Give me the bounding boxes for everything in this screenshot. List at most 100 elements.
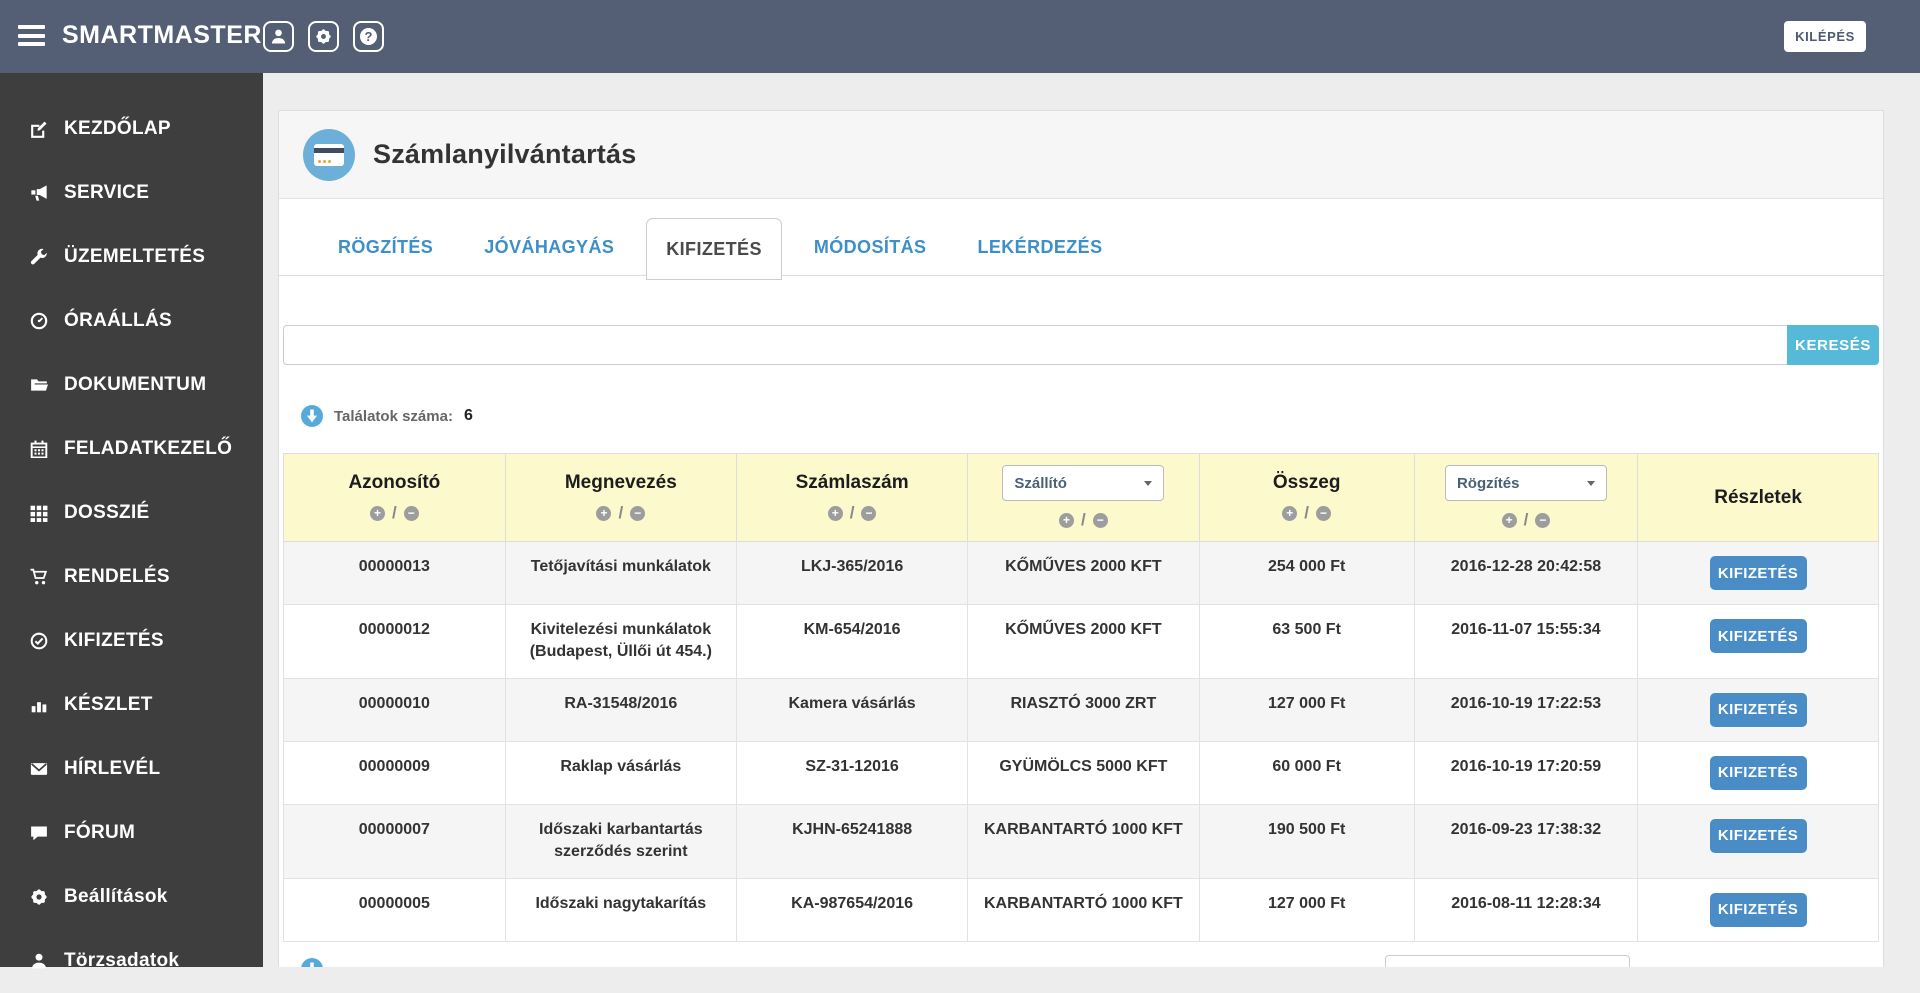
cell-szallito: KŐMŰVES 2000 KFT (967, 541, 1200, 605)
cell-reszletek: KIFIZETÉS (1637, 541, 1879, 605)
sidebar-item-torzsadatok[interactable]: Törzsadatok (0, 929, 263, 993)
search-input[interactable] (283, 325, 1787, 365)
kifizetes-button[interactable]: KIFIZETÉS (1709, 619, 1807, 653)
sidebar-item-kezdolap[interactable]: KEZDŐLAP (0, 97, 263, 161)
cell-rogzites: 2016-12-28 20:42:58 (1413, 541, 1639, 605)
sidebar-item-dosszie[interactable]: DOSSZIÉ (0, 481, 263, 545)
search-button[interactable]: KERESÉS (1787, 325, 1879, 365)
cell-osszeg: 127 000 Ft (1198, 677, 1415, 742)
check-circle-icon (30, 632, 48, 650)
sort-desc-button[interactable] (1535, 512, 1551, 528)
kifizetes-button[interactable]: KIFIZETÉS (1709, 892, 1807, 927)
menu-icon[interactable] (18, 25, 45, 47)
cell-osszeg: 127 000 Ft (1198, 877, 1415, 942)
results-summary: Találatok száma: 6 (283, 405, 1879, 427)
cell-megnevezes: RA-31548/2016 (504, 677, 737, 742)
user-icon (32, 953, 46, 969)
sort-asc-button[interactable] (1501, 512, 1517, 528)
search-bar: KERESÉS (283, 325, 1879, 365)
cell-azonosito: 00000013 (283, 541, 506, 605)
logout-button[interactable]: KILÉPÉS (1784, 21, 1866, 52)
cell-megnevezes: Időszaki nagytakarítás (504, 877, 737, 942)
profile-button[interactable] (263, 21, 294, 52)
cell-szamlaszam: KJHN-65241888 (735, 803, 969, 879)
sort-desc-button[interactable] (1092, 512, 1108, 528)
sort-desc-button[interactable] (630, 505, 646, 521)
cell-szallito: KARBANTARTÓ 1000 KFT (967, 877, 1200, 942)
cell-rogzites: 2016-10-19 17:22:53 (1413, 677, 1639, 742)
kifizetes-button[interactable]: KIFIZETÉS (1709, 692, 1807, 727)
sidebar-item-service[interactable]: SERVICE (0, 161, 263, 225)
sort-asc-button[interactable] (1059, 512, 1074, 528)
sidebar-item-rendeles[interactable]: RENDELÉS (0, 545, 263, 609)
help-button[interactable] (353, 21, 384, 52)
bottom-partial-dropdown[interactable] (1385, 955, 1630, 967)
table-row: 00000013 Tetőjavítási munkálatok LKJ-365… (283, 541, 1879, 605)
down-arrow-circle-icon (301, 957, 323, 967)
cell-osszeg: 254 000 Ft (1198, 541, 1415, 605)
sort-desc-button[interactable] (403, 505, 419, 521)
sidebar-item-oraallas[interactable]: ÓRAÁLLÁS (0, 289, 263, 353)
tab-modositas[interactable]: MÓDOSÍTÁS (795, 219, 946, 275)
tab-rogzites[interactable]: RÖGZÍTÉS (319, 219, 452, 275)
column-header-szamlaszam: Számlaszám (735, 453, 969, 542)
kifizetes-button[interactable]: KIFIZETÉS (1709, 818, 1807, 853)
tab-lekerdezes[interactable]: LEKÉRDEZÉS (958, 219, 1121, 275)
table-row: 00000005 Időszaki nagytakarítás KA-98765… (283, 877, 1879, 942)
sidebar: KEZDŐLAP SERVICE ÜZEMELTETÉS ÓRAÁLLÁS DO… (0, 73, 263, 971)
sidebar-item-kifizetes[interactable]: KIFIZETÉS (0, 609, 263, 673)
tab-jovahagyas[interactable]: JÓVÁHAGYÁS (465, 219, 633, 275)
chevron-down-icon (1144, 480, 1153, 486)
sort-desc-button[interactable] (1316, 505, 1332, 521)
sort-asc-button[interactable] (596, 505, 612, 521)
column-header-azonosito: Azonosító (283, 453, 506, 542)
cell-azonosito: 00000005 (283, 877, 506, 942)
sidebar-item-feladatkezelo[interactable]: FELADATKEZELŐ (0, 417, 263, 481)
cell-reszletek: KIFIZETÉS (1637, 803, 1879, 879)
cell-reszletek: KIFIZETÉS (1637, 877, 1879, 942)
down-arrow-circle-icon (301, 405, 323, 427)
cell-szallito: KŐMŰVES 2000 KFT (967, 604, 1200, 679)
sort-separator (1524, 510, 1529, 530)
chat-icon (31, 826, 47, 841)
kifizetes-button[interactable]: KIFIZETÉS (1709, 556, 1807, 590)
sidebar-item-hirlevel[interactable]: HÍRLEVÉL (0, 737, 263, 801)
table-row: 00000012 Kivitelezési munkálatok (Budape… (283, 604, 1879, 679)
sidebar-item-dokumentum[interactable]: DOKUMENTUM (0, 353, 263, 417)
folder-icon (31, 379, 48, 391)
cell-reszletek: KIFIZETÉS (1637, 740, 1879, 805)
sidebar-item-beallitasok[interactable]: Beállítások (0, 865, 263, 929)
cell-azonosito: 00000009 (283, 740, 506, 805)
szallito-filter-select[interactable]: Szállító (1002, 465, 1165, 501)
sort-asc-button[interactable] (1282, 505, 1298, 521)
table-row: 00000007 Időszaki karbantartás szerződés… (283, 803, 1879, 879)
column-header-osszeg: Összeg (1198, 453, 1415, 542)
table-header-row: Azonosító Megnevezés Számlaszám (283, 453, 1879, 542)
sidebar-item-keszlet[interactable]: KÉSZLET (0, 673, 263, 737)
app-brand: SMARTMASTER (62, 21, 262, 49)
cell-reszletek: KIFIZETÉS (1637, 604, 1879, 679)
settings-button[interactable] (308, 21, 339, 52)
panel-header: Számlanyilvántartás (279, 111, 1883, 199)
cell-osszeg: 190 500 Ft (1198, 803, 1415, 879)
sidebar-item-uzemeltetes[interactable]: ÜZEMELTETÉS (0, 225, 263, 289)
sort-asc-button[interactable] (827, 505, 843, 521)
invoice-table: Azonosító Megnevezés Számlaszám (283, 453, 1879, 942)
sidebar-item-forum[interactable]: FÓRUM (0, 801, 263, 865)
gear-icon (316, 29, 331, 44)
sort-desc-button[interactable] (861, 505, 877, 521)
invoice-panel: Számlanyilvántartás RÖGZÍTÉS JÓVÁHAGYÁS … (278, 110, 1884, 967)
kifizetes-button[interactable]: KIFIZETÉS (1709, 755, 1807, 790)
credit-card-icon (303, 128, 355, 181)
rogzites-filter-select[interactable]: Rögzítés (1444, 465, 1607, 501)
cell-reszletek: KIFIZETÉS (1637, 677, 1879, 742)
cell-azonosito: 00000007 (283, 803, 506, 879)
cell-osszeg: 60 000 Ft (1198, 740, 1415, 805)
column-header-rogzites: Rögzítés (1413, 453, 1639, 542)
sort-asc-button[interactable] (369, 505, 385, 521)
sort-separator (618, 503, 623, 523)
tab-kifizetes[interactable]: KIFIZETÉS (646, 218, 782, 280)
cell-rogzites: 2016-09-23 17:38:32 (1413, 803, 1639, 879)
user-icon (271, 29, 286, 44)
table-row: 00000010 RA-31548/2016 Kamera vásárlás R… (283, 677, 1879, 742)
